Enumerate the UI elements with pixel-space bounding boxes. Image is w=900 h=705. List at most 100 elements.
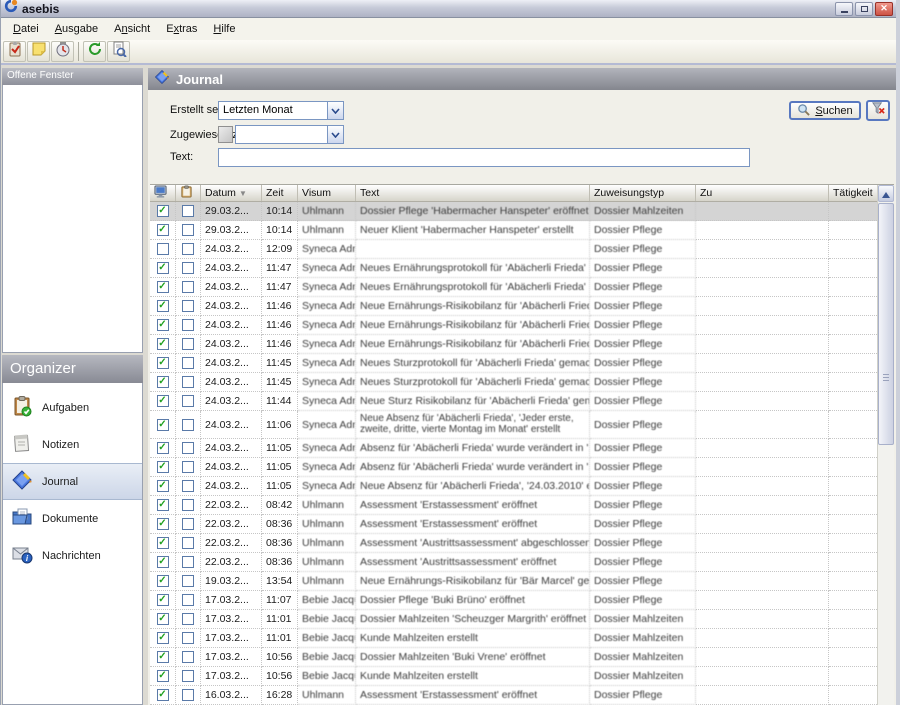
column-header-text[interactable]: Text <box>356 185 590 201</box>
column-header-zuweisungstyp[interactable]: Zuweisungstyp <box>590 185 696 201</box>
table-row[interactable]: ✓16.03.2...16:28UhlmannAssessment 'Ersta… <box>150 686 877 705</box>
checkbox-checked[interactable]: ✓ <box>157 632 169 644</box>
checkbox-unchecked[interactable] <box>182 537 194 549</box>
checkbox-unchecked[interactable] <box>182 338 194 350</box>
checkbox-checked[interactable]: ✓ <box>157 461 169 473</box>
checkbox-unchecked[interactable] <box>182 262 194 274</box>
table-row[interactable]: 24.03.2...12:09Syneca Adm...Dossier Pfle… <box>150 240 877 259</box>
table-row[interactable]: ✓22.03.2...08:42UhlmannAssessment 'Ersta… <box>150 496 877 515</box>
checkbox-checked[interactable]: ✓ <box>157 480 169 492</box>
table-row[interactable]: ✓24.03.2...11:46Syneca Adm...Neue Ernähr… <box>150 316 877 335</box>
checkbox-checked[interactable]: ✓ <box>157 376 169 388</box>
checkbox-unchecked[interactable] <box>182 556 194 568</box>
scrollbar-thumb[interactable] <box>878 203 894 445</box>
checkbox-unchecked[interactable] <box>182 499 194 511</box>
checkbox-checked[interactable]: ✓ <box>157 319 169 331</box>
checkbox-checked[interactable]: ✓ <box>157 281 169 293</box>
sidebar-item-aufgaben[interactable]: Aufgaben <box>3 389 142 426</box>
checkbox-unchecked[interactable] <box>182 651 194 663</box>
column-header-visum[interactable]: Visum <box>298 185 356 201</box>
chevron-down-icon[interactable] <box>327 102 343 119</box>
table-row[interactable]: ✓24.03.2...11:44Syneca Adm...Neue Sturz … <box>150 392 877 411</box>
checkbox-checked[interactable]: ✓ <box>157 224 169 236</box>
checkbox-unchecked[interactable] <box>182 575 194 587</box>
scroll-up-button[interactable] <box>878 185 894 202</box>
checkbox-checked[interactable]: ✓ <box>157 442 169 454</box>
table-row[interactable]: ✓24.03.2...11:45Syneca Adm...Neues Sturz… <box>150 373 877 392</box>
sidebar-item-notizen[interactable]: Notizen <box>3 426 142 463</box>
table-row[interactable]: ✓17.03.2...11:07Bebie Jacqu...Dossier Pf… <box>150 591 877 610</box>
checkbox-unchecked[interactable] <box>157 243 169 255</box>
table-row[interactable]: ✓22.03.2...08:36UhlmannAssessment 'Austr… <box>150 553 877 572</box>
checkbox-checked[interactable]: ✓ <box>157 556 169 568</box>
checkbox-checked[interactable]: ✓ <box>157 518 169 530</box>
menu-item-extras[interactable]: Extras <box>158 20 205 38</box>
clear-filter-button[interactable] <box>866 100 890 121</box>
menu-item-ansicht[interactable]: Ansicht <box>106 20 158 38</box>
checkbox-unchecked[interactable] <box>182 281 194 293</box>
checkbox-checked[interactable]: ✓ <box>157 670 169 682</box>
table-row[interactable]: ✓29.03.2...10:14UhlmannNeuer Klient 'Hab… <box>150 221 877 240</box>
checkbox-checked[interactable]: ✓ <box>157 419 169 431</box>
table-row[interactable]: ✓24.03.2...11:05Syneca Adm...Absenz für … <box>150 458 877 477</box>
search-button[interactable]: Suchen <box>789 101 861 120</box>
sidebar-item-nachrichten[interactable]: iNachrichten <box>3 537 142 574</box>
restore-button[interactable] <box>855 2 873 16</box>
checkbox-unchecked[interactable] <box>182 594 194 606</box>
checkbox-unchecked[interactable] <box>182 613 194 625</box>
table-row[interactable]: ✓17.03.2...10:56Bebie Jacqu...Dossier Ma… <box>150 648 877 667</box>
column-header-zeit[interactable]: Zeit <box>262 185 298 201</box>
checkbox-checked[interactable]: ✓ <box>157 262 169 274</box>
checkbox-unchecked[interactable] <box>182 243 194 255</box>
text-search-input[interactable] <box>218 148 750 167</box>
table-row[interactable]: ✓17.03.2...11:01Bebie Jacqu...Kunde Mahl… <box>150 629 877 648</box>
open-windows-list[interactable] <box>2 85 143 353</box>
column-header-zu[interactable]: Zu <box>696 185 829 201</box>
sidebar-item-journal[interactable]: Journal <box>3 463 142 500</box>
checkbox-unchecked[interactable] <box>182 461 194 473</box>
checkbox-unchecked[interactable] <box>182 300 194 312</box>
table-row[interactable]: ✓17.03.2...10:56Bebie Jacqu...Kunde Mahl… <box>150 667 877 686</box>
erstellt-seit-dropdown[interactable]: Letzten Monat <box>218 101 344 120</box>
checkbox-unchecked[interactable] <box>182 442 194 454</box>
checkbox-checked[interactable]: ✓ <box>157 395 169 407</box>
column-header-task[interactable] <box>176 185 201 201</box>
table-row[interactable]: ✓24.03.2...11:46Syneca Adm...Neue Ernähr… <box>150 335 877 354</box>
table-row[interactable]: ✓17.03.2...11:01Bebie Jacqu...Dossier Ma… <box>150 610 877 629</box>
checkbox-checked[interactable]: ✓ <box>157 689 169 701</box>
table-row[interactable]: ✓22.03.2...08:36UhlmannAssessment 'Ersta… <box>150 515 877 534</box>
checkbox-unchecked[interactable] <box>182 319 194 331</box>
checkbox-checked[interactable]: ✓ <box>157 357 169 369</box>
minimize-button[interactable] <box>835 2 853 16</box>
table-row[interactable]: ✓24.03.2...11:47Syneca Adm...Neues Ernäh… <box>150 278 877 297</box>
table-row[interactable]: ✓22.03.2...08:36UhlmannAssessment 'Austr… <box>150 534 877 553</box>
close-button[interactable]: ✕ <box>875 2 893 16</box>
checkbox-unchecked[interactable] <box>182 480 194 492</box>
checkbox-checked[interactable]: ✓ <box>157 499 169 511</box>
checkbox-unchecked[interactable] <box>182 670 194 682</box>
zugewiesen-zu-dropdown[interactable] <box>235 125 344 144</box>
checkbox-checked[interactable]: ✓ <box>157 300 169 312</box>
column-header-workflow[interactable] <box>150 185 176 201</box>
toolbar-button-refresh-icon[interactable] <box>83 41 106 62</box>
toolbar-button-preview-icon[interactable] <box>107 41 130 62</box>
menu-item-ausgabe[interactable]: Ausgabe <box>47 20 106 38</box>
table-row[interactable]: ✓24.03.2...11:46Syneca Adm...Neue Ernähr… <box>150 297 877 316</box>
menu-item-datei[interactable]: Datei <box>5 20 47 38</box>
table-row[interactable]: ✓19.03.2...13:54UhlmannNeue Ernährungs-R… <box>150 572 877 591</box>
checkbox-unchecked[interactable] <box>182 357 194 369</box>
checkbox-checked[interactable]: ✓ <box>157 537 169 549</box>
checkbox-checked[interactable]: ✓ <box>157 205 169 217</box>
checkbox-unchecked[interactable] <box>182 689 194 701</box>
table-row[interactable]: ✓24.03.2...11:06Syneca Adm...Neue Absenz… <box>150 411 877 439</box>
checkbox-checked[interactable]: ✓ <box>157 338 169 350</box>
vertical-scrollbar[interactable] <box>877 185 894 705</box>
toolbar-button-note-icon[interactable] <box>27 41 50 62</box>
table-row[interactable]: ✓24.03.2...11:45Syneca Adm...Neues Sturz… <box>150 354 877 373</box>
toolbar-button-clock-icon[interactable] <box>51 41 74 62</box>
checkbox-unchecked[interactable] <box>182 518 194 530</box>
chevron-down-icon[interactable] <box>327 126 343 143</box>
table-row[interactable]: ✓24.03.2...11:05Syneca Adm...Neue Absenz… <box>150 477 877 496</box>
column-header-taetigkeit[interactable]: Tätigkeit <box>829 185 879 201</box>
checkbox-unchecked[interactable] <box>182 395 194 407</box>
